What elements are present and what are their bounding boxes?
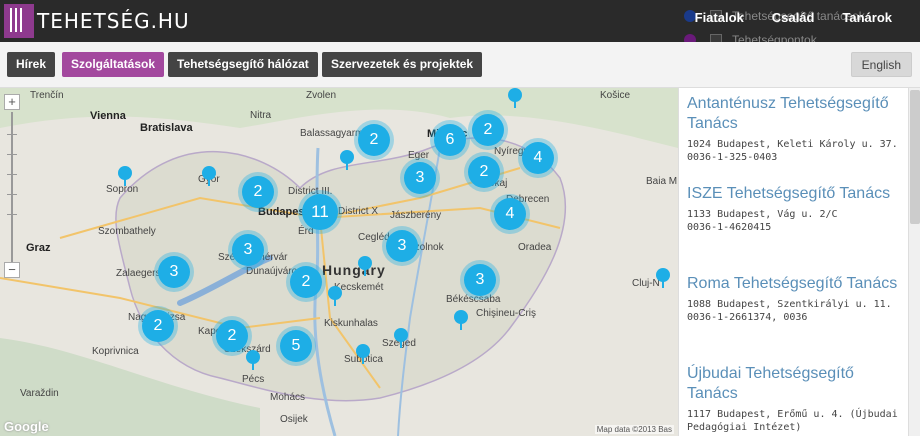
map-cluster[interactable]: 2 — [142, 310, 174, 342]
zoom-control: + − — [4, 94, 20, 284]
logo-text: TEHETSÉG.HU — [37, 9, 190, 33]
place-label: Nitra — [250, 110, 272, 121]
map-cluster[interactable]: 3 — [158, 256, 190, 288]
item-title[interactable]: Újbudai Tehetségsegítő Tanács — [687, 364, 901, 404]
place-label: Vienna — [90, 110, 126, 122]
map-cluster[interactable]: 3 — [464, 264, 496, 296]
map-view[interactable]: Trenčín Zvolen Košice Bratislava Balassa… — [0, 88, 678, 436]
logo-mark-icon — [4, 4, 34, 38]
top-nav: Fiatalok Család Tanárok — [695, 10, 920, 30]
map-marker-icon[interactable] — [454, 310, 468, 330]
council-list: Antanténusz Tehetségsegítő Tanács 1024 B… — [678, 88, 908, 436]
map-marker-icon[interactable] — [508, 88, 522, 108]
place-label: Kiskunhalas — [324, 318, 378, 329]
google-logo[interactable]: Google — [4, 419, 49, 434]
map-attribution[interactable]: Map data ©2013 Bas — [594, 425, 674, 434]
map-cluster[interactable]: 5 — [280, 330, 312, 362]
nav-szervezetek-button[interactable]: Szervezetek és projektek — [322, 52, 483, 77]
place-label: Koprivnica — [92, 346, 139, 357]
place-label: Cegléd — [358, 232, 390, 243]
nav-csalad[interactable]: Család — [772, 10, 815, 30]
place-label: Osijek — [280, 414, 308, 425]
item-title[interactable]: Antanténusz Tehetségsegítő Tanács — [687, 94, 901, 134]
list-item: Antanténusz Tehetségsegítő Tanács 1024 B… — [687, 94, 901, 164]
map-cluster[interactable]: 2 — [358, 124, 390, 156]
place-label: Baia M — [646, 176, 678, 187]
place-label: Graz — [26, 242, 51, 254]
map-marker-icon[interactable] — [202, 166, 216, 186]
item-address: 1117 Budapest, Erőmű u. 4. (Újbudai Peda… — [687, 409, 898, 433]
map-marker-icon[interactable] — [118, 166, 132, 186]
map-cluster[interactable]: 2 — [290, 266, 322, 298]
list-item: ISZE Tehetségsegítő Tanács 1133 Budapest… — [687, 184, 901, 234]
map-cluster[interactable]: 3 — [404, 162, 436, 194]
place-label: Zvolen — [306, 90, 337, 101]
item-address: 1133 Budapest, Vág u. 2/C — [687, 209, 838, 220]
english-button[interactable]: English — [850, 52, 912, 77]
site-logo[interactable]: TEHETSÉG.HU — [4, 4, 190, 38]
map-cluster[interactable]: 11 — [302, 194, 338, 230]
place-label: Pécs — [242, 374, 265, 385]
map-marker-icon[interactable] — [328, 286, 342, 306]
list-item: Újbudai Tehetségsegítő Tanács 1117 Budap… — [687, 364, 901, 434]
place-label: Szombathely — [98, 226, 156, 237]
place-label: Bratislava — [140, 122, 193, 134]
item-title[interactable]: Roma Tehetségsegítő Tanács — [687, 274, 901, 294]
map-cluster[interactable]: 4 — [522, 142, 554, 174]
place-label: Varaždin — [20, 388, 59, 399]
map-cluster[interactable]: 3 — [386, 230, 418, 262]
place-label: District X — [338, 206, 378, 217]
item-phone: 0036-1-325-0403 — [687, 152, 778, 163]
map-cluster[interactable]: 3 — [232, 234, 264, 266]
nav-hirek-button[interactable]: Hírek — [7, 52, 56, 77]
map-cluster[interactable]: 6 — [434, 124, 466, 156]
map-cluster[interactable]: 2 — [242, 176, 274, 208]
map-marker-icon[interactable] — [656, 268, 670, 288]
scrollbar-thumb[interactable] — [910, 90, 920, 224]
item-address: 1024 Budapest, Keleti Károly u. 37. — [687, 139, 898, 150]
item-phone: 0036-1-2661374, 0036 — [687, 312, 808, 323]
nav-szolgaltatasok-button[interactable]: Szolgáltatások — [62, 52, 165, 77]
place-label: Mohács — [270, 392, 306, 403]
place-label: Eger — [408, 150, 430, 161]
place-label: Jászberény — [390, 210, 442, 221]
country-label: Hungary — [322, 262, 386, 278]
map-cluster[interactable]: 2 — [472, 114, 504, 146]
sub-nav: Hírek Szolgáltatások Tehetségsegítő háló… — [0, 42, 920, 88]
map-marker-icon[interactable] — [358, 256, 372, 276]
list-item: Roma Tehetségsegítő Tanács 1088 Budapest… — [687, 274, 901, 324]
place-label: Chişineu-Criş — [476, 308, 537, 319]
place-label: Békéscsaba — [446, 294, 501, 305]
map-cluster[interactable]: 4 — [494, 198, 526, 230]
item-title[interactable]: ISZE Tehetségsegítő Tanács — [687, 184, 901, 204]
nav-tanarok[interactable]: Tanárok — [842, 10, 892, 30]
item-phone: 0036-1-4620415 — [687, 222, 772, 233]
zoom-out-button[interactable]: − — [4, 262, 20, 278]
map-marker-icon[interactable] — [246, 350, 260, 370]
map-marker-icon[interactable] — [340, 150, 354, 170]
place-label: Košice — [600, 90, 631, 101]
place-label: Trenčín — [30, 90, 64, 101]
zoom-in-button[interactable]: + — [4, 94, 20, 110]
list-scrollbar[interactable] — [908, 88, 920, 436]
nav-fiatalok[interactable]: Fiatalok — [695, 10, 744, 30]
place-label: Budapest — [258, 206, 309, 218]
top-bar: TEHETSÉG.HU Tehetségsegítő tanácsok Tehe… — [0, 0, 920, 47]
map-cluster[interactable]: 2 — [216, 320, 248, 352]
nav-halozat-button[interactable]: Tehetségsegítő hálózat — [168, 52, 318, 77]
item-address: 1088 Budapest, Szentkirályi u. 11. — [687, 299, 892, 310]
map-marker-icon[interactable] — [356, 344, 370, 364]
place-label: Oradea — [518, 242, 552, 253]
map-marker-icon[interactable] — [394, 328, 408, 348]
map-cluster[interactable]: 2 — [468, 156, 500, 188]
